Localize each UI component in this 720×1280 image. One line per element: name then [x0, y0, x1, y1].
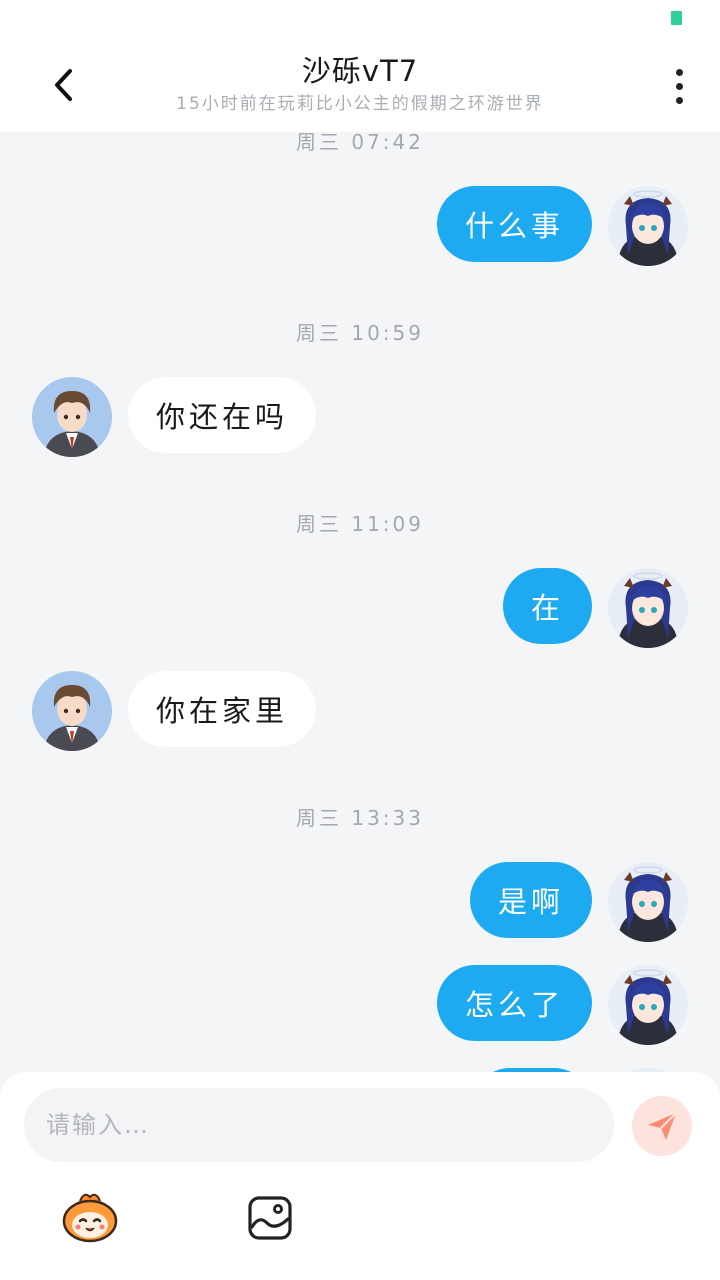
contact-avatar[interactable] [32, 671, 112, 751]
image-icon [248, 1196, 292, 1240]
message-bubble-outgoing[interactable]: 怎么了 [436, 965, 592, 1041]
title-block: 沙砾vT7 15小时前在玩莉比小公主的假期之环游世界 [140, 52, 580, 116]
more-button[interactable] [664, 62, 694, 110]
more-vertical-icon [675, 68, 683, 76]
send-icon [648, 1112, 677, 1140]
contact-avatar[interactable] [32, 377, 112, 457]
timestamp: 周三 11:09 [296, 512, 424, 536]
my-avatar[interactable] [608, 186, 688, 266]
my-avatar[interactable] [608, 568, 688, 648]
my-avatar[interactable] [608, 965, 688, 1045]
back-button[interactable] [38, 60, 88, 110]
message-list[interactable]: 周三 07:42 什么事 周三 10:59 你还在吗 周三 11:09 在 你在… [0, 132, 720, 1072]
mascot-emoji-icon [62, 1193, 118, 1243]
emoji-button[interactable] [58, 1190, 122, 1246]
my-avatar[interactable] [608, 862, 688, 942]
message-bubble-outgoing[interactable]: 在 [502, 568, 592, 644]
message-bubble-outgoing[interactable]: 是啊 [469, 862, 592, 938]
chat-header: 沙砾vT7 15小时前在玩莉比小公主的假期之环游世界 [0, 40, 720, 132]
message-bubble-outgoing[interactable]: 什么事 [436, 186, 592, 262]
chat-subtitle: 15小时前在玩莉比小公主的假期之环游世界 [176, 94, 544, 114]
timestamp: 周三 13:33 [296, 806, 424, 830]
image-button[interactable] [242, 1190, 298, 1246]
message-bubble-incoming[interactable]: 你还在吗 [128, 377, 317, 453]
battery-icon [671, 11, 682, 25]
more-vertical-icon [675, 96, 683, 104]
timestamp: 周三 07:42 [296, 132, 424, 154]
more-vertical-icon [675, 82, 683, 90]
composer-panel [0, 1072, 720, 1280]
send-button[interactable] [632, 1096, 692, 1156]
timestamp: 周三 10:59 [296, 321, 424, 345]
back-arrow-icon [55, 69, 72, 101]
message-input[interactable] [24, 1088, 614, 1162]
message-bubble-incoming[interactable]: 你在家里 [128, 671, 317, 747]
chat-title: 沙砾vT7 [301, 54, 419, 88]
status-bar [0, 0, 720, 40]
